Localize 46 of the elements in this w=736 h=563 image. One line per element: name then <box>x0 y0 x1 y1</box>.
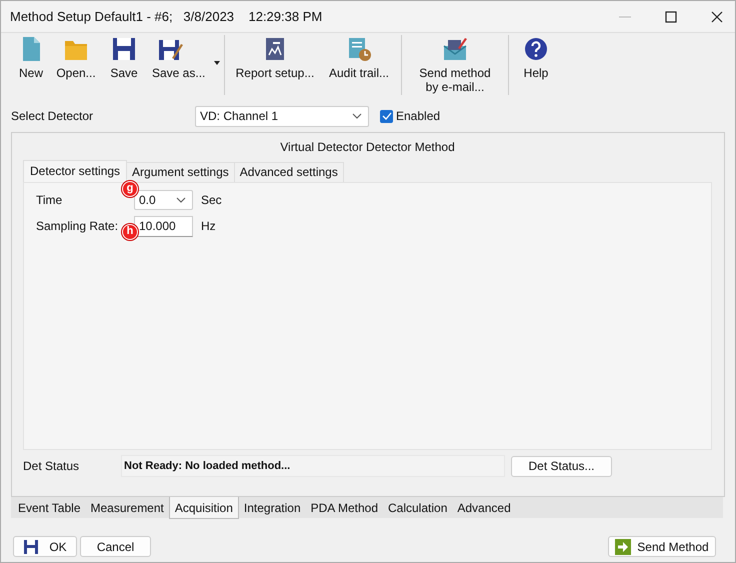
toolbar-button[interactable]: Save as... <box>147 33 220 80</box>
help-icon <box>523 36 549 62</box>
field-label: Time <box>36 193 64 207</box>
toolbar-button[interactable]: Send method by e-mail... <box>406 33 504 94</box>
detector-dropdown[interactable]: VD: Channel 1 <box>195 106 369 126</box>
panel-title: Virtual Detector Detector Method <box>280 140 455 154</box>
dropdown-caret-icon[interactable] <box>214 61 220 65</box>
field-label: Sampling Rate: <box>36 219 118 233</box>
tab[interactable]: Calculation <box>383 500 452 514</box>
callout-marker: g <box>122 181 138 197</box>
toolbar-button[interactable]: Help <box>513 33 559 80</box>
tab[interactable]: Detector settings <box>23 160 128 182</box>
tab[interactable]: Integration <box>238 500 306 514</box>
envelope-pencil-icon <box>442 36 468 62</box>
tab[interactable]: Advanced <box>452 500 516 514</box>
checkbox-label: Enabled <box>396 109 440 123</box>
field-label: Select Detector <box>11 109 94 123</box>
det-status-button[interactable]: Det Status... <box>511 456 612 476</box>
tab[interactable]: Measurement <box>86 500 169 514</box>
toolbar-button[interactable]: New <box>11 33 51 80</box>
tab[interactable]: Advanced settings <box>234 162 344 182</box>
toolbar-button[interactable]: Save <box>101 33 147 80</box>
chevron-down-icon <box>176 197 186 203</box>
ok-button[interactable]: OK <box>13 536 77 557</box>
callout-marker: h <box>122 224 138 240</box>
close-icon[interactable] <box>711 10 723 22</box>
toolbar-button[interactable]: Open... <box>51 33 101 80</box>
tab[interactable]: PDA Method <box>306 500 383 514</box>
checkbox[interactable] <box>380 110 393 122</box>
send-method-button[interactable]: Send Method <box>608 536 716 557</box>
time-dropdown[interactable]: 0.0 <box>134 190 193 210</box>
chevron-down-icon <box>352 113 362 119</box>
status-label: Det Status <box>23 459 80 473</box>
status-field: Not Ready: No loaded method... <box>121 455 505 477</box>
arrow-right-icon <box>615 538 632 554</box>
window-title: Method Setup Default1 - #6; 3/8/2023 12:29:38 PM <box>10 9 324 24</box>
toolbar-button[interactable]: Audit trail... <box>321 33 397 80</box>
document-clock-icon <box>346 36 372 62</box>
toolbar-button[interactable]: Report setup... <box>229 33 321 80</box>
input-field[interactable]: 10.000 <box>134 216 193 236</box>
tab[interactable]: Event Table <box>13 500 86 514</box>
maximize-icon[interactable] <box>665 10 677 22</box>
unit-label: Hz <box>201 219 216 233</box>
unit-label: Sec <box>201 193 222 207</box>
cancel-button[interactable]: Cancel <box>80 536 151 557</box>
tab[interactable]: Acquisition <box>168 497 239 519</box>
